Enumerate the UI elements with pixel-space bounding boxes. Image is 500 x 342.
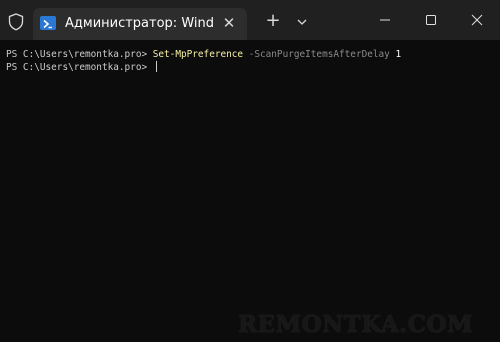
maximize-button[interactable] <box>408 0 454 40</box>
terminal-line: PS C:\Users\remontka.pro> Set-MpPreferen… <box>6 48 500 61</box>
parameter: -ScanPurgeItemsAfterDelay <box>243 49 390 60</box>
minimize-icon <box>380 19 390 21</box>
command: Set-MpPreference <box>152 49 244 60</box>
text-cursor <box>155 61 157 72</box>
close-icon <box>471 14 483 26</box>
terminal-output[interactable]: PS C:\Users\remontka.pro> Set-MpPreferen… <box>0 40 500 342</box>
parameter-value: 1 <box>389 49 402 60</box>
dropdown-chevron-icon[interactable] <box>292 12 312 32</box>
watermark: REMONTKA.COM <box>238 311 473 338</box>
close-window-button[interactable] <box>454 0 500 40</box>
tab-close-icon[interactable]: ✕ <box>220 14 238 32</box>
title-bar: Администратор: Windows ✕ + <box>0 0 500 40</box>
prompt: PS C:\Users\remontka.pro> <box>6 62 153 73</box>
powershell-icon <box>40 16 56 30</box>
new-tab-plus-icon[interactable]: + <box>262 10 284 32</box>
prompt: PS C:\Users\remontka.pro> <box>6 49 153 60</box>
tab-powershell[interactable]: Администратор: Windows ✕ <box>33 8 247 40</box>
terminal-window: Администратор: Windows ✕ + PS <box>0 0 500 342</box>
tab-title: Администратор: Windows <box>65 16 213 31</box>
terminal-line: PS C:\Users\remontka.pro> <box>6 61 500 74</box>
maximize-icon <box>426 15 436 25</box>
minimize-button[interactable] <box>362 0 408 40</box>
admin-shield-icon <box>6 12 26 32</box>
